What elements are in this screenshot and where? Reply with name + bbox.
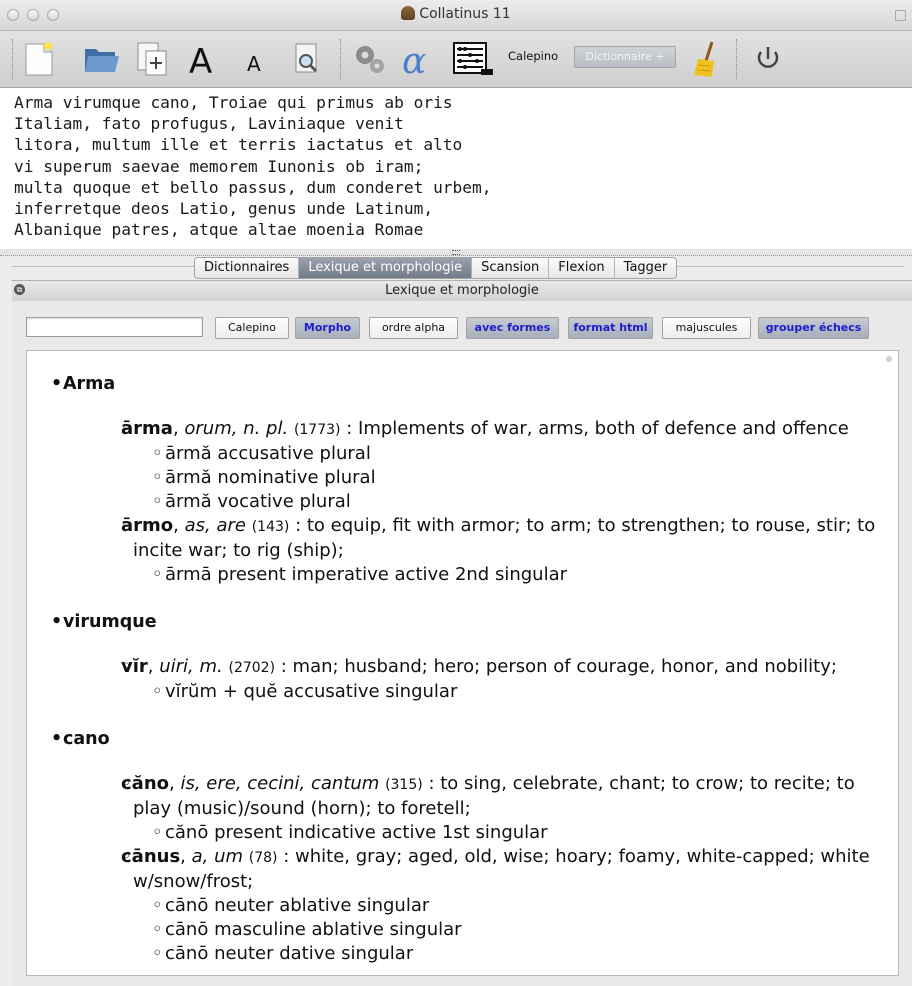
tab-scansion[interactable]: Scansion: [472, 258, 550, 278]
tab-bar: Dictionnaires Lexique et morphologie Sca…: [0, 256, 912, 279]
lemma-headword: cānus: [121, 846, 181, 867]
grouper-echecs-toggle[interactable]: grouper échecs: [758, 317, 869, 339]
larger-font-icon[interactable]: A: [185, 39, 225, 79]
panel-controls: Calepino Morpho ordre alpha avec formes …: [12, 301, 912, 351]
majuscules-toggle[interactable]: majuscules: [662, 317, 751, 339]
panel-title: Lexique et morphologie: [385, 283, 539, 298]
open-folder-icon[interactable]: [82, 39, 122, 79]
lemma-headword: căno: [121, 773, 169, 794]
smaller-font-icon[interactable]: A: [243, 39, 273, 79]
toolbar: A A α Calepino Dictionnaire +: [0, 31, 912, 88]
collatinus-app-icon: [401, 6, 416, 20]
lemma-entry: vĭr, uiri, m. (2702) : man; husband; her…: [63, 655, 894, 680]
alpha-icon[interactable]: α: [400, 39, 440, 79]
form-item: ārmā present imperative active 2nd singu…: [63, 563, 894, 587]
scrollbar-indicator[interactable]: [886, 356, 892, 362]
lexique-panel: Calepino Morpho ordre alpha avec formes …: [12, 301, 912, 986]
search-document-icon[interactable]: [288, 39, 328, 79]
word-entry: cano căno, is, ere, cecini, cantum (315)…: [51, 727, 894, 966]
lemma-headword: ārmo: [121, 515, 174, 536]
gears-icon[interactable]: [350, 39, 390, 79]
form-item: ārmă vocative plural: [63, 490, 894, 514]
calepino-button[interactable]: Calepino: [215, 317, 289, 339]
form-item: cănō present indicative active 1st singu…: [63, 821, 894, 845]
form-item: cānō neuter dative singular: [63, 942, 894, 966]
lemma-search-input[interactable]: [26, 317, 203, 337]
panel-title-bar: ⧉ Lexique et morphologie: [12, 280, 912, 302]
tab-lexique-et-morphologie[interactable]: Lexique et morphologie: [299, 258, 473, 278]
toolbar-separator: [736, 39, 737, 79]
tab-dictionnaires[interactable]: Dictionnaires: [195, 258, 300, 278]
lemma-definition: : white, gray; aged, old, wise; hoary; f…: [133, 846, 870, 892]
lemma-frequency: (143): [251, 519, 290, 535]
dictionnaire-plus-button[interactable]: Dictionnaire +: [574, 46, 676, 68]
word-entry: Arma ārma, orum, n. pl. (1773) : Impleme…: [51, 372, 894, 587]
tab-strip: Dictionnaires Lexique et morphologie Sca…: [194, 257, 678, 279]
lemma-entry: ārma, orum, n. pl. (1773) : Implements o…: [63, 417, 894, 442]
lemma-frequency: (78): [248, 850, 278, 866]
fullscreen-icon[interactable]: [895, 10, 906, 21]
title-bar: Collatinus 11: [0, 0, 912, 31]
word-heading: Arma: [51, 372, 894, 396]
lemma-entry: cānus, a, um (78) : white, gray; aged, o…: [63, 845, 894, 894]
morpho-toggle[interactable]: Morpho: [295, 317, 360, 339]
lemma-grammar: uiri, m.: [159, 656, 223, 677]
splitter-handle[interactable]: [0, 249, 912, 256]
power-icon[interactable]: [750, 39, 786, 79]
format-html-toggle[interactable]: format html: [568, 317, 653, 339]
lemma-grammar: as, are: [184, 515, 246, 536]
lemma-definition: : Implements of war, arms, both of defen…: [340, 418, 849, 439]
lemma-frequency: (315): [385, 777, 423, 793]
form-item: cānō masculine ablative singular: [63, 918, 894, 942]
word-heading: cano: [51, 727, 894, 751]
splitter-grip: [452, 250, 460, 255]
form-item: ārmă accusative plural: [63, 442, 894, 466]
window-title-text: Collatinus 11: [419, 6, 511, 22]
avec-formes-toggle[interactable]: avec formes: [466, 317, 559, 339]
toolbar-grip: [12, 39, 13, 79]
text-editor[interactable]: Arma virumque cano, Troiae qui primus ab…: [0, 88, 912, 250]
results-content: Arma ārma, orum, n. pl. (1773) : Impleme…: [51, 372, 894, 975]
lemma-grammar: a, um: [191, 846, 244, 867]
lemma-grammar: is, ere, cecini, cantum: [180, 773, 380, 794]
form-item: vĭrŭm + quĕ accusative singular: [63, 680, 894, 704]
broom-icon[interactable]: [688, 39, 728, 79]
split-document-icon[interactable]: [132, 39, 172, 79]
svg-text:α: α: [402, 41, 426, 79]
analysis-results: Arma ārma, orum, n. pl. (1773) : Impleme…: [26, 350, 899, 976]
latin-text[interactable]: Arma virumque cano, Troiae qui primus ab…: [0, 88, 912, 240]
calepino-toolbar-button[interactable]: Calepino: [508, 47, 558, 67]
word-entry: virumque vĭr, uiri, m. (2702) : man; hus…: [51, 610, 894, 704]
lemma-entry: ārmo, as, are (143) : to equip, fit with…: [63, 514, 894, 563]
lemma-definition: : man; husband; hero; person of courage,…: [275, 656, 837, 677]
lemma-headword: ārma: [121, 418, 173, 439]
tab-flexion[interactable]: Flexion: [549, 258, 615, 278]
lemma-headword: vĭr: [121, 656, 148, 677]
lemma-frequency: (2702): [228, 660, 276, 676]
lemma-grammar: orum, n. pl.: [184, 418, 289, 439]
lemma-frequency: (1773): [293, 422, 341, 438]
lemma-entry: căno, is, ere, cecini, cantum (315) : to…: [63, 772, 894, 821]
abacus-icon[interactable]: [451, 39, 495, 79]
toolbar-separator: [340, 39, 341, 79]
svg-text:A: A: [247, 52, 261, 76]
form-item: ārmă nominative plural: [63, 466, 894, 490]
tab-tagger[interactable]: Tagger: [615, 258, 677, 278]
form-item: cānō neuter ablative singular: [63, 894, 894, 918]
window-title: Collatinus 11: [0, 6, 912, 22]
ordre-alpha-toggle[interactable]: ordre alpha: [369, 317, 458, 339]
word-heading: virumque: [51, 610, 894, 634]
new-document-icon[interactable]: [20, 39, 60, 79]
svg-text:A: A: [189, 42, 212, 79]
